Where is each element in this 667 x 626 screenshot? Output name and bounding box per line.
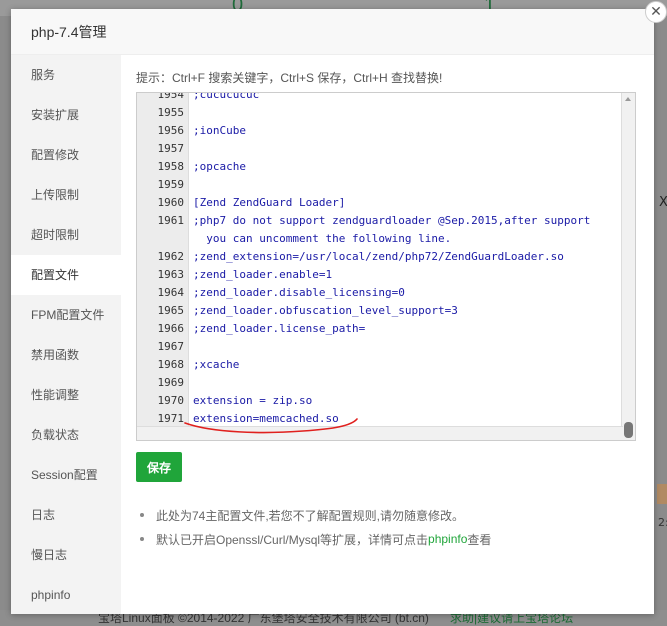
line-number: 1954	[157, 92, 185, 101]
line-number: 1966	[157, 322, 185, 335]
line-number: 1964	[157, 286, 185, 299]
code-line[interactable]: 1958 ;opcache	[137, 158, 635, 176]
line-text[interactable]: ;cucucucuc	[189, 93, 259, 104]
code-line[interactable]: 1968 ;xcache	[137, 356, 635, 374]
bullet-icon	[140, 537, 144, 541]
code-line[interactable]: 1957	[137, 140, 635, 158]
sidebar-item-disabled-functions[interactable]: 禁用函数	[11, 335, 121, 375]
line-text[interactable]: ;zend_loader.disable_licensing=0	[189, 284, 405, 302]
line-number: 1962	[157, 250, 185, 263]
sidebar-menu: 服务 安装扩展 配置修改 上传限制 超时限制 配置文件 FPM配置文件 禁用函数…	[11, 55, 121, 614]
code-line[interactable]: 1955	[137, 104, 635, 122]
line-number: 1955	[157, 106, 185, 119]
line-number: 1960	[157, 196, 185, 209]
note-item: 默认已开启Openssl/Curl/Mysql等扩展，详情可点击 phpinfo…	[136, 527, 491, 551]
save-button[interactable]: 保存	[136, 452, 182, 482]
line-number: 1963	[157, 268, 185, 281]
code-editor[interactable]: 1954 ;cucucucuc 1955 1956 ;ionCube 1957 1958 ;o…	[136, 92, 636, 441]
code-line[interactable]: 1969	[137, 374, 635, 392]
code-line[interactable]: 1956 ;ionCube	[137, 122, 635, 140]
sidebar-item-session-config[interactable]: Session配置	[11, 455, 121, 495]
code-line[interactable]: 1959	[137, 176, 635, 194]
background-glyph: 2:	[658, 516, 667, 529]
sidebar-item-upload-limit[interactable]: 上传限制	[11, 175, 121, 215]
line-text[interactable]: ;opcache	[189, 158, 246, 176]
code-line[interactable]: 1970 extension = zip.so	[137, 392, 635, 410]
line-text[interactable]	[189, 176, 193, 194]
code-line[interactable]: 1966 ;zend_loader.license_path=	[137, 320, 635, 338]
line-text[interactable]: ;xcache	[189, 356, 239, 374]
red-annotation-underline	[184, 418, 358, 434]
line-text[interactable]: [Zend ZendGuard Loader]	[189, 194, 345, 212]
sidebar-item-timeout-limit[interactable]: 超时限制	[11, 215, 121, 255]
phpinfo-link[interactable]: phpinfo	[428, 532, 467, 546]
line-text[interactable]: ;ionCube	[189, 122, 246, 140]
bullet-icon	[140, 513, 144, 517]
note-extensions-suffix: 查看	[467, 532, 492, 547]
code-line[interactable]: 1967	[137, 338, 635, 356]
sidebar-item-phpinfo[interactable]: phpinfo	[11, 575, 121, 615]
notes-list: 此处为74主配置文件,若您不了解配置规则,请勿随意修改。 默认已开启Openss…	[136, 503, 491, 551]
sidebar-item-slow-log[interactable]: 慢日志	[11, 535, 121, 575]
line-text[interactable]: ;php7 do not support zendguardloader @Se…	[189, 212, 590, 230]
close-icon[interactable]: ✕	[645, 1, 667, 23]
scrollbar-thumb[interactable]	[624, 422, 633, 438]
sidebar-item-performance[interactable]: 性能调整	[11, 375, 121, 415]
sidebar-item-load-status[interactable]: 负载状态	[11, 415, 121, 455]
line-number: 1969	[157, 376, 185, 389]
line-number	[137, 230, 189, 248]
code-line[interactable]: you can uncomment the following line.	[137, 230, 635, 248]
line-text[interactable]: ;zend_loader.enable=1	[189, 266, 332, 284]
line-text[interactable]: ;zend_loader.license_path=	[189, 320, 365, 338]
php-manage-dialog: php-7.4管理 服务 安装扩展 配置修改 上传限制 超时限制 配置文件 FP…	[11, 9, 654, 614]
shortcut-tip: 提示：Ctrl+F 搜索关键字，Ctrl+S 保存，Ctrl+H 查找替换!	[136, 71, 443, 85]
sidebar-item-log[interactable]: 日志	[11, 495, 121, 535]
code-line[interactable]: 1962 ;zend_extension=/usr/local/zend/php7…	[137, 248, 635, 266]
line-number: 1956	[157, 124, 185, 137]
code-line[interactable]: 1954 ;cucucucuc	[137, 92, 635, 104]
sidebar-item-install-extensions[interactable]: 安装扩展	[11, 95, 121, 135]
background-block	[657, 484, 667, 504]
line-number: 1959	[157, 178, 185, 191]
code-lines[interactable]: 1954 ;cucucucuc 1955 1956 ;ionCube 1957 1958 ;o…	[137, 92, 635, 440]
line-number: 1968	[157, 358, 185, 371]
line-number: 1957	[157, 142, 185, 155]
sidebar-item-config-file[interactable]: 配置文件	[11, 255, 121, 295]
config-file-panel: 提示：Ctrl+F 搜索关键字，Ctrl+S 保存，Ctrl+H 查找替换! 1…	[121, 55, 654, 614]
line-text[interactable]: extension = zip.so	[189, 392, 312, 410]
line-number: 1958	[157, 160, 185, 173]
line-text[interactable]: you can uncomment the following line.	[189, 230, 451, 248]
line-number: 1967	[157, 340, 185, 353]
vertical-scrollbar[interactable]	[621, 93, 635, 440]
code-line[interactable]: 1965 ;zend_loader.obfuscation_level_suppo…	[137, 302, 635, 320]
note-extensions-text: 默认已开启Openssl/Curl/Mysql等扩展，详情可点击	[156, 532, 429, 547]
note-config-warning: 此处为74主配置文件,若您不了解配置规则,请勿随意修改。	[156, 508, 465, 523]
line-number: 1970	[157, 394, 185, 407]
code-line[interactable]: 1963 ;zend_loader.enable=1	[137, 266, 635, 284]
note-item: 此处为74主配置文件,若您不了解配置规则,请勿随意修改。	[136, 503, 491, 527]
line-number: 1961	[157, 214, 185, 227]
dialog-title: php-7.4管理	[31, 23, 107, 40]
sidebar-item-service[interactable]: 服务	[11, 55, 121, 95]
scroll-up-arrow-icon[interactable]	[625, 97, 631, 101]
sidebar-item-fpm-config[interactable]: FPM配置文件	[11, 295, 121, 335]
line-text[interactable]: ;zend_loader.obfuscation_level_support=3	[189, 302, 458, 320]
line-number: 1965	[157, 304, 185, 317]
background-glyph: X	[659, 195, 667, 210]
line-text[interactable]	[189, 338, 193, 356]
code-line[interactable]: 1960 [Zend ZendGuard Loader]	[137, 194, 635, 212]
code-line[interactable]: 1964 ;zend_loader.disable_licensing=0	[137, 284, 635, 302]
sidebar-item-config-modify[interactable]: 配置修改	[11, 135, 121, 175]
code-line[interactable]: 1961 ;php7 do not support zendguardloader…	[137, 212, 635, 230]
line-text[interactable]: ;zend_extension=/usr/local/zend/php72/Ze…	[189, 248, 564, 266]
line-text[interactable]	[189, 140, 193, 158]
line-text[interactable]	[189, 104, 193, 122]
line-text[interactable]	[189, 374, 193, 392]
dialog-header: php-7.4管理	[11, 9, 654, 55]
